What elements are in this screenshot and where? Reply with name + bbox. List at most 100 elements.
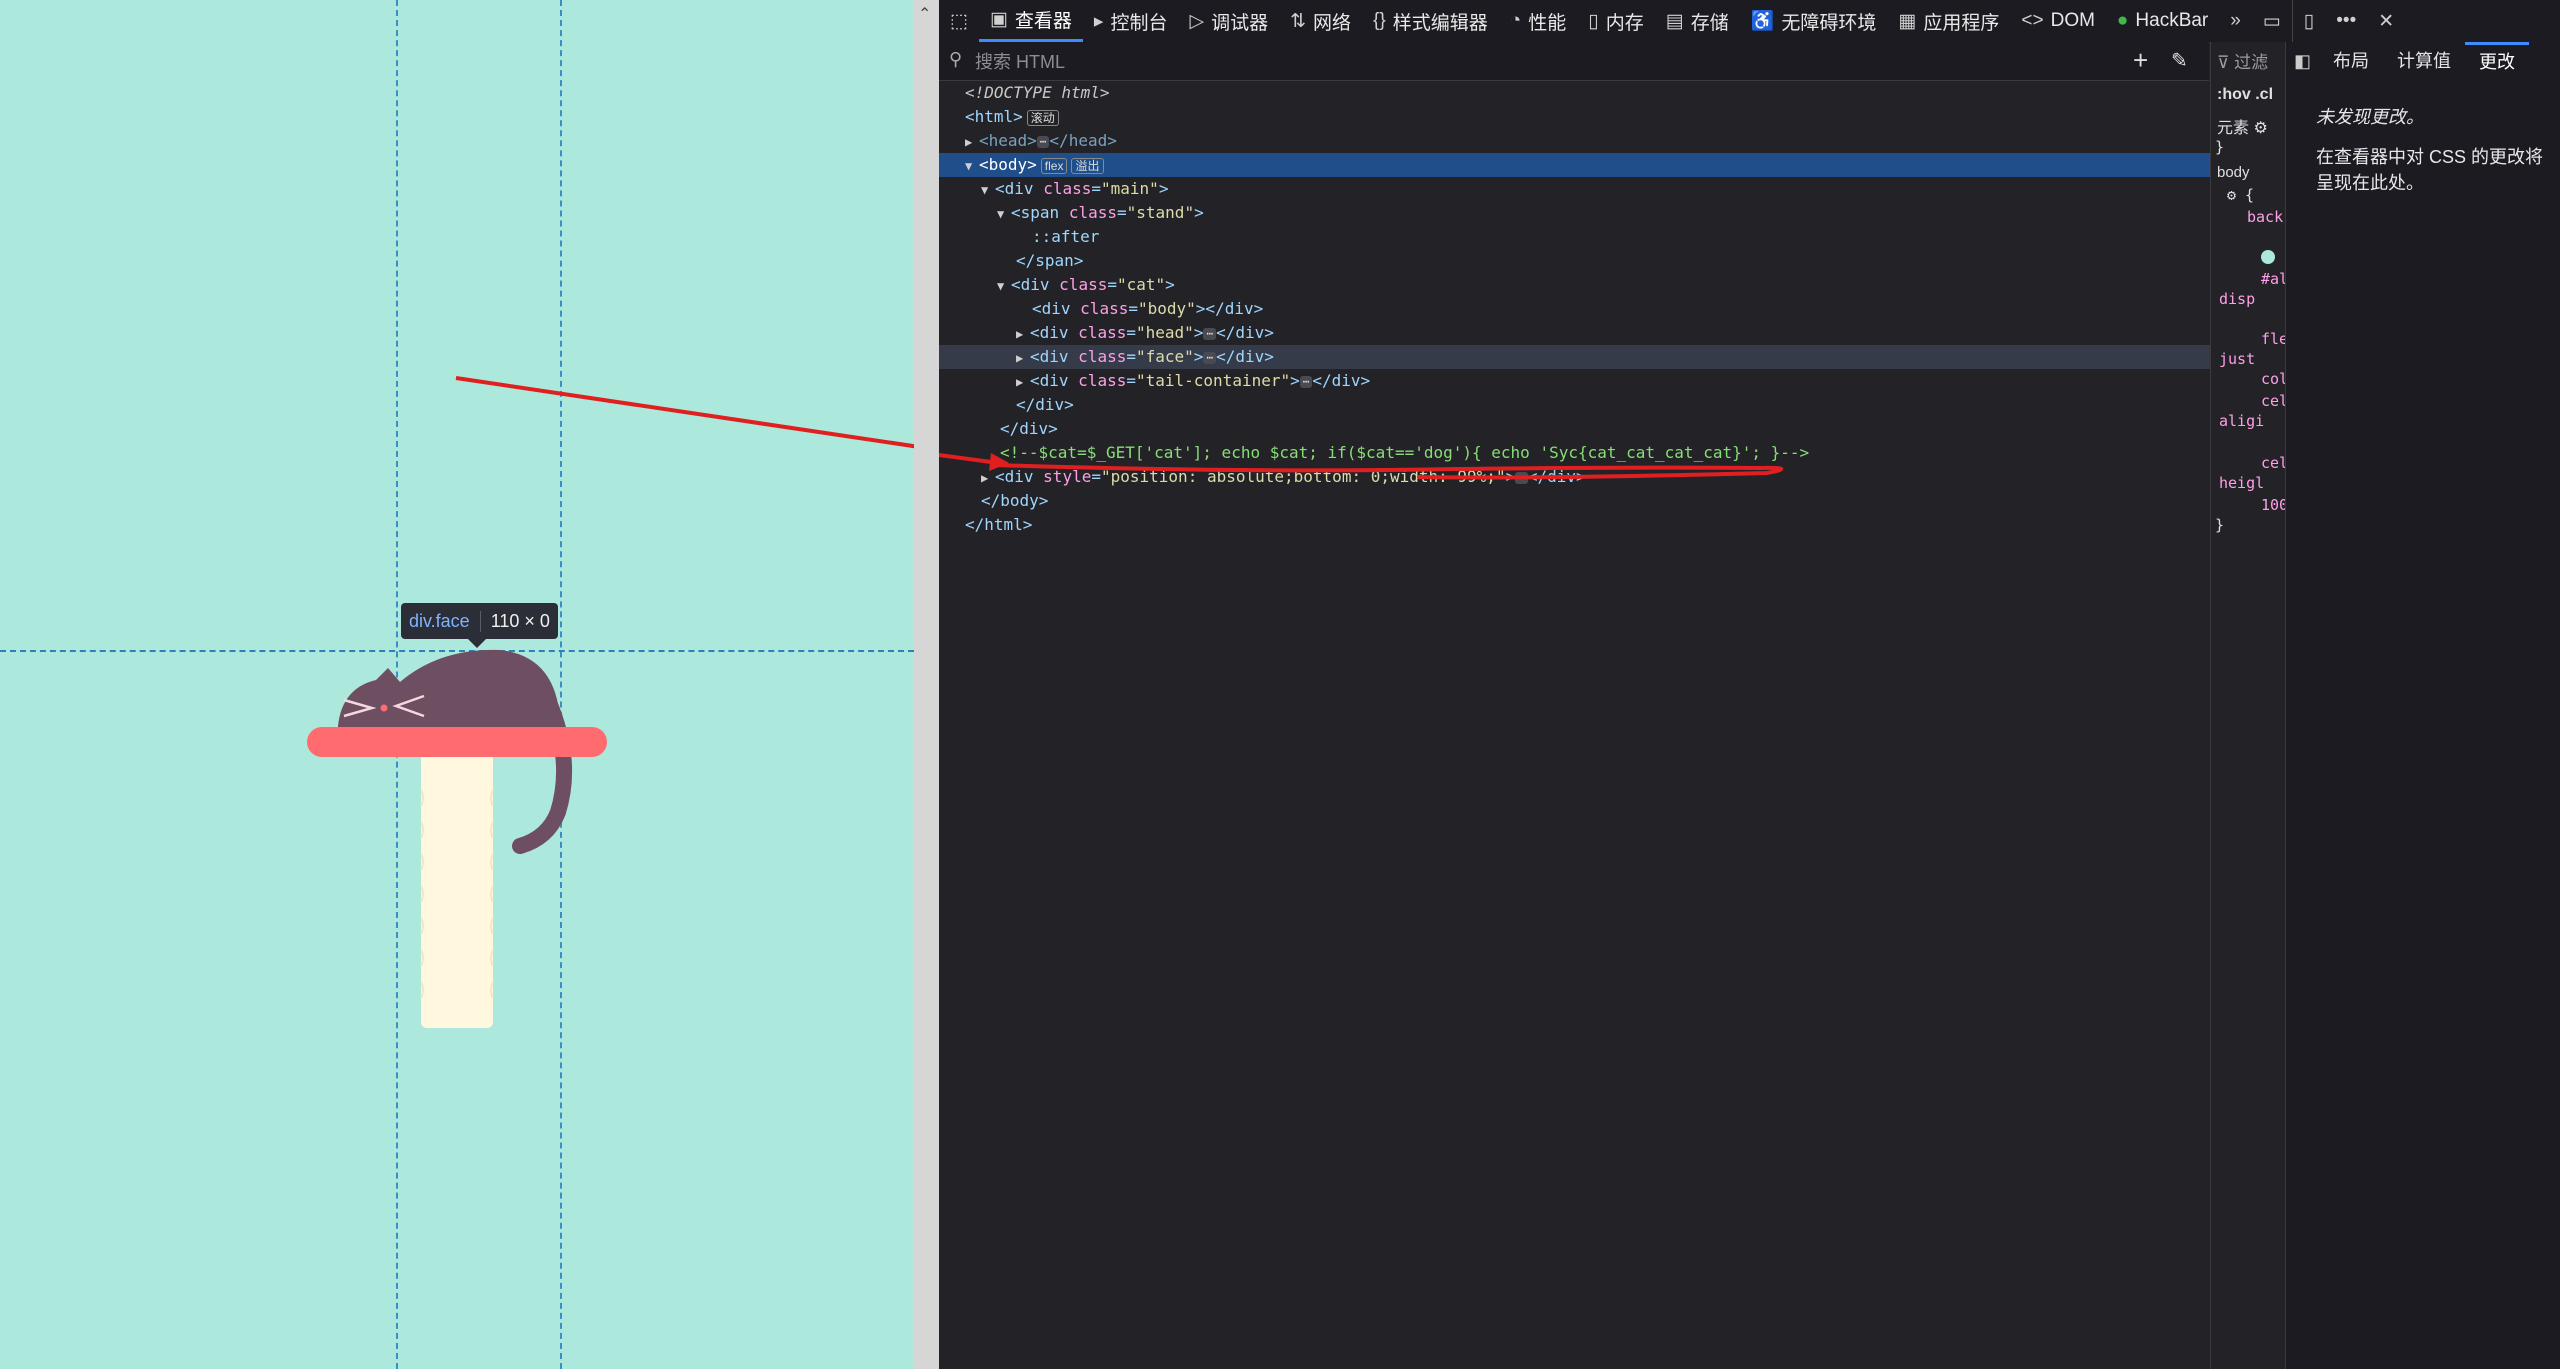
tree-row[interactable]: </div> bbox=[939, 393, 2286, 417]
scroll-badge[interactable]: 滚动 bbox=[1026, 109, 1059, 126]
tab-label: 无障碍环境 bbox=[1781, 12, 1877, 34]
tab-performance[interactable]: ◔ 性能 bbox=[1499, 0, 1578, 42]
tree-row[interactable]: ▶ <div class="head"> ⋯ </div> bbox=[939, 321, 2286, 345]
tab-computed[interactable]: 计算值 bbox=[2383, 42, 2465, 80]
tree-row-selected[interactable]: ▼ <body> flex 溢出 bbox=[939, 153, 2235, 177]
rules-pane: ⊽ 过滤 :hov .cl 元素 ⚙ } body ⚙ { back #al d… bbox=[2210, 42, 2286, 1369]
tooltip-arrow bbox=[468, 639, 486, 648]
collapsed-ellipsis[interactable]: ⋯ bbox=[1203, 351, 1217, 364]
search-input[interactable] bbox=[973, 48, 2047, 76]
tab-hackbar[interactable]: ● HackBar bbox=[2106, 0, 2219, 42]
pick-element-button[interactable]: ⬚ bbox=[939, 0, 979, 42]
collapsed-ellipsis[interactable]: ⋯ bbox=[1203, 327, 1217, 340]
rule-value: cel bbox=[2261, 454, 2286, 472]
rule-brace: } bbox=[2215, 516, 2225, 534]
ruler-button[interactable]: ▭ bbox=[2252, 0, 2292, 42]
empty-description: 在查看器中对 CSS 的更改将呈现在此处。 bbox=[2316, 147, 2544, 193]
tree-row[interactable]: </span> bbox=[939, 249, 2286, 273]
cat-illustration[interactable] bbox=[0, 0, 914, 1369]
dom-icon: <> bbox=[2021, 10, 2044, 31]
overflow-badge[interactable]: 溢出 bbox=[1071, 157, 1104, 174]
tree-row-hovered[interactable]: ▶ <div class="face"> ⋯ </div> bbox=[939, 345, 2286, 369]
tab-label: 样式编辑器 bbox=[1392, 12, 1488, 34]
page-scrollbar[interactable] bbox=[914, 0, 939, 1369]
collapse-icon[interactable]: ▼ bbox=[981, 178, 995, 202]
rule-prop: just bbox=[2219, 350, 2256, 368]
tab-accessibility[interactable]: ♿ 无障碍环境 bbox=[1740, 0, 1888, 42]
tree-row[interactable]: <html> 滚动 bbox=[939, 105, 2235, 129]
tree-row[interactable]: ▼ <div class="main"> bbox=[939, 177, 2251, 201]
responsive-button[interactable]: ▯ bbox=[2291, 0, 2325, 42]
ruler-icon: ▭ bbox=[2262, 10, 2281, 32]
rule-prop: back bbox=[2247, 208, 2284, 226]
rule-value: #al bbox=[2261, 270, 2286, 288]
gear-icon: ⚙ bbox=[2253, 120, 2268, 137]
pseudo-toggles[interactable]: :hov .cl bbox=[2217, 86, 2273, 104]
add-node-icon[interactable]: + bbox=[2133, 45, 2148, 76]
tree-row[interactable]: ▶ <head> ⋯ </head> bbox=[939, 129, 2235, 153]
rule-value: cel bbox=[2261, 392, 2286, 410]
tooltip-dimensions: 110 × 0 bbox=[490, 610, 550, 631]
expand-icon[interactable]: ▶ bbox=[965, 130, 979, 154]
rule-value: fle bbox=[2261, 330, 2286, 348]
scroll-up-icon[interactable]: ⌃ bbox=[918, 4, 931, 24]
collapse-icon[interactable]: ▼ bbox=[997, 274, 1011, 298]
menu-button[interactable]: ••• bbox=[2325, 0, 2367, 42]
collapsed-ellipsis[interactable]: ⋯ bbox=[1515, 471, 1528, 484]
color-swatch[interactable] bbox=[2261, 250, 2275, 264]
sidebar-tabs: ◧ 布局 计算值 更改 bbox=[2286, 42, 2560, 80]
tree-row[interactable]: </body> bbox=[939, 489, 2251, 513]
devtools-toolbar: ⬚ ▣ 查看器 ▸ 控制台 ▷ 调试器 ⇅ 网络 {} 样式编辑器 ◔ 性能 ▯ 内存 ▤ 存储… bbox=[939, 0, 2560, 43]
tab-label: 网络 bbox=[1313, 12, 1352, 34]
tree-row[interactable]: ▶ <div class="tail-container"> ⋯ </div> bbox=[939, 369, 2286, 393]
tab-network[interactable]: ⇅ 网络 bbox=[1279, 0, 1362, 42]
tree-row[interactable]: </html> bbox=[939, 513, 2235, 537]
collapsed-ellipsis[interactable]: ⋯ bbox=[1036, 135, 1050, 148]
tab-changes[interactable]: 更改 bbox=[2465, 42, 2530, 80]
tree-row[interactable]: </div> bbox=[939, 417, 2270, 441]
flex-badge[interactable]: flex bbox=[1040, 157, 1068, 174]
tab-application[interactable]: ▦ 应用程序 bbox=[1887, 0, 2010, 42]
tab-label: DOM bbox=[2050, 10, 2095, 31]
rule-prop: disp bbox=[2219, 290, 2256, 308]
tab-memory[interactable]: ▯ 内存 bbox=[1577, 0, 1654, 42]
storage-icon: ▤ bbox=[1665, 10, 1684, 32]
console-icon: ▸ bbox=[1093, 10, 1104, 32]
tree-row[interactable]: <!DOCTYPE html> bbox=[939, 81, 2235, 105]
expand-icon[interactable]: ▶ bbox=[981, 466, 995, 490]
expand-icon[interactable]: ▶ bbox=[1016, 370, 1030, 394]
element-tooltip: div.face 110 × 0 bbox=[401, 603, 558, 639]
expand-icon[interactable]: ▶ bbox=[1016, 322, 1030, 346]
page-preview: div.face 110 × 0 bbox=[0, 0, 914, 1369]
sidebar-toggle-icon[interactable]: ◧ bbox=[2286, 42, 2319, 80]
tab-debugger[interactable]: ▷ 调试器 bbox=[1178, 0, 1279, 42]
tree-row[interactable]: <div class="body"></div> bbox=[939, 297, 2302, 321]
tree-row[interactable]: ▼ <span class="stand"> bbox=[939, 201, 2267, 225]
tab-inspector[interactable]: ▣ 查看器 bbox=[978, 0, 1083, 42]
inspector-icon: ▣ bbox=[989, 9, 1008, 30]
tab-dom[interactable]: <> DOM bbox=[2010, 0, 2106, 42]
markup-search-bar: ⚲ + ✎ bbox=[939, 42, 2209, 81]
tree-row[interactable]: ::after bbox=[939, 225, 2302, 249]
tab-style-editor[interactable]: {} 样式编辑器 bbox=[1362, 0, 1499, 42]
tab-storage[interactable]: ▤ 存储 bbox=[1655, 0, 1740, 42]
eyedropper-icon[interactable]: ✎ bbox=[2171, 48, 2188, 73]
tree-row[interactable]: ▶ <div style="position: absolute;bottom: … bbox=[939, 465, 2251, 489]
tab-label: 性能 bbox=[1528, 12, 1567, 34]
chevron-double-right-icon: » bbox=[2230, 10, 2241, 31]
close-button[interactable]: ✕ bbox=[2367, 0, 2405, 42]
collapse-icon[interactable]: ▼ bbox=[965, 154, 979, 178]
rules-filter[interactable]: ⊽ 过滤 bbox=[2217, 48, 2268, 73]
cat-nose bbox=[380, 704, 388, 712]
tab-layout[interactable]: 布局 bbox=[2319, 42, 2383, 80]
tab-console[interactable]: ▸ 控制台 bbox=[1083, 0, 1179, 42]
collapse-icon[interactable]: ▼ bbox=[997, 202, 1011, 226]
html-comment[interactable]: <!--$cat=$_GET['cat']; echo $cat; if($ca… bbox=[1000, 443, 1809, 462]
application-icon: ▦ bbox=[1898, 10, 1917, 32]
rule-selector: body bbox=[2217, 164, 2250, 181]
more-tabs-button[interactable]: » bbox=[2219, 0, 2252, 42]
collapsed-ellipsis[interactable]: ⋯ bbox=[1299, 375, 1313, 388]
tree-row[interactable]: ▼ <div class="cat"> bbox=[939, 273, 2267, 297]
expand-icon[interactable]: ▶ bbox=[1016, 346, 1030, 370]
html-comment-row[interactable]: <!--$cat=$_GET['cat']; echo $cat; if($ca… bbox=[939, 441, 2270, 465]
